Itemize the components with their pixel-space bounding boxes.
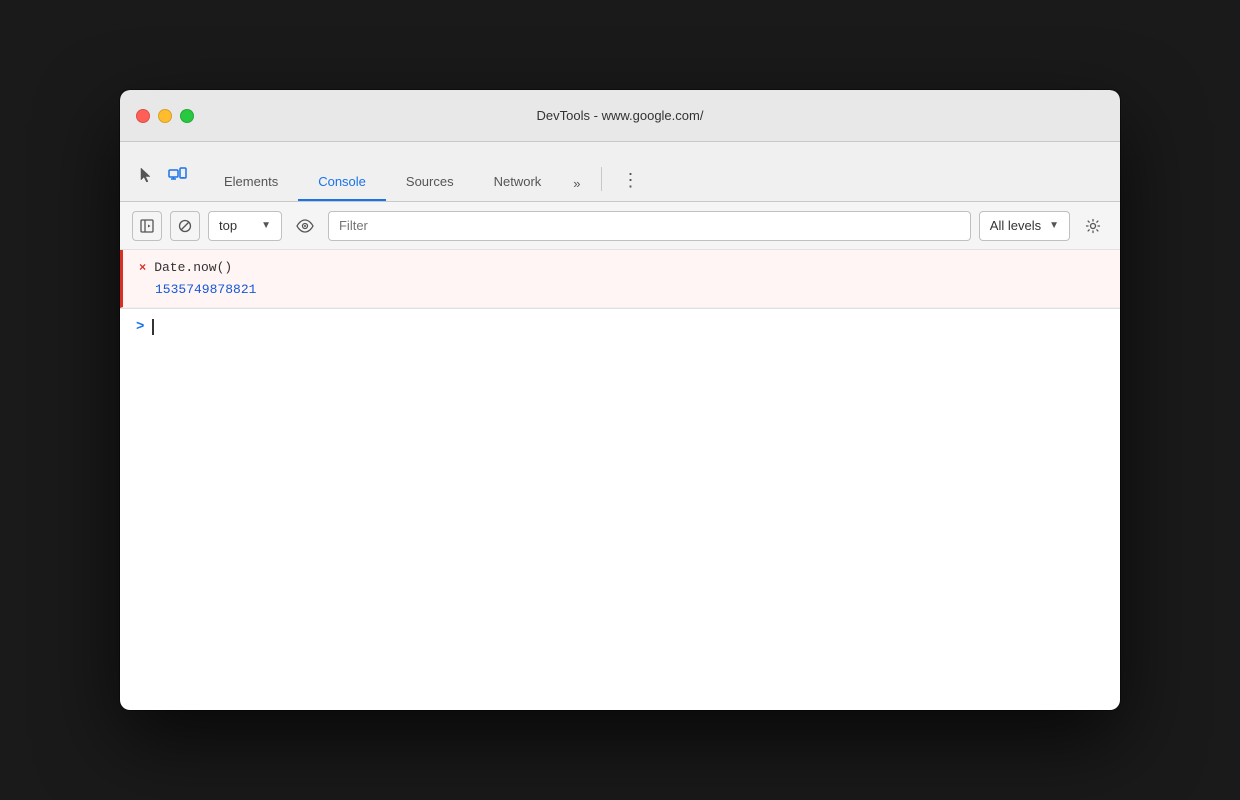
levels-selector[interactable]: All levels ▼ [979,211,1070,241]
tab-elements[interactable]: Elements [204,142,298,201]
tab-sources[interactable]: Sources [386,142,474,201]
cursor-caret [152,319,154,335]
console-entry-command-line: × Date.now() [139,258,1104,278]
show-sidebar-button[interactable] [132,211,162,241]
maximize-button[interactable] [180,109,194,123]
levels-chevron-icon: ▼ [1049,220,1059,231]
console-content: × Date.now() 1535749878821 > [120,250,1120,710]
console-empty-area [120,345,1120,645]
tabs-container: Elements Console Sources Network » [204,142,593,201]
prompt-arrow-icon: > [136,319,144,335]
tab-bar: Elements Console Sources Network » ⋮ [120,142,1120,202]
settings-button[interactable] [1078,211,1108,241]
devtools-window: DevTools - www.google.com/ [120,90,1120,710]
title-bar: DevTools - www.google.com/ [120,90,1120,142]
traffic-lights [136,109,194,123]
inspect-element-button[interactable] [132,161,160,189]
tab-bar-icons [132,161,192,201]
tab-console[interactable]: Console [298,142,386,201]
minimize-button[interactable] [158,109,172,123]
device-toggle-button[interactable] [164,161,192,189]
entry-error-icon: × [139,259,146,277]
close-button[interactable] [136,109,150,123]
tab-network[interactable]: Network [474,142,562,201]
console-toolbar: top ▼ All levels ▼ [120,202,1120,250]
window-title: DevTools - www.google.com/ [537,108,704,123]
console-input-line[interactable]: > [120,308,1120,345]
context-selector[interactable]: top ▼ [208,211,282,241]
entry-result-text: 1535749878821 [139,278,1104,300]
filter-input[interactable] [328,211,971,241]
eye-button[interactable] [290,211,320,241]
entry-command-text: Date.now() [154,258,232,278]
tab-separator [601,167,602,191]
chevron-down-icon: ▼ [261,220,271,231]
devtools-menu-button[interactable]: ⋮ [610,162,652,201]
more-tabs-button[interactable]: » [561,168,592,201]
clear-console-button[interactable] [170,211,200,241]
console-entry: × Date.now() 1535749878821 [120,250,1120,308]
